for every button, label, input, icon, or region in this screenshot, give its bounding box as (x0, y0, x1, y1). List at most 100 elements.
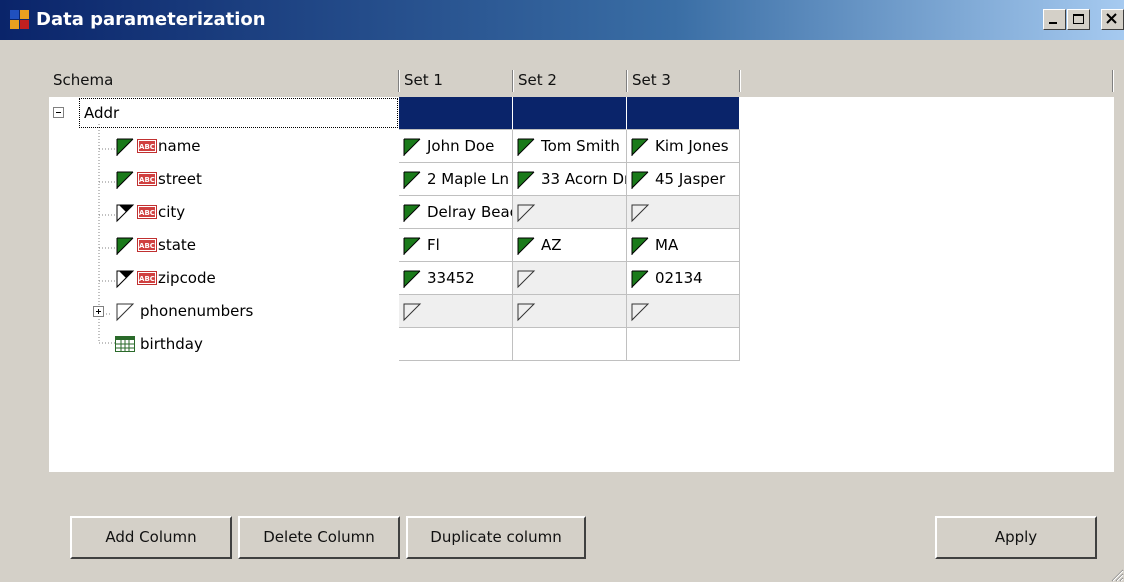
parameter-flag-icon[interactable] (402, 269, 422, 289)
column-header-schema[interactable]: Schema (49, 63, 399, 97)
parameter-flag-icon[interactable] (402, 137, 422, 157)
title-bar[interactable]: Data parameterization (0, 0, 1124, 40)
parameter-flag-icon[interactable] (630, 302, 650, 322)
cell-value: AZ (541, 236, 562, 254)
column-divider[interactable] (398, 70, 400, 92)
cell-value: MA (655, 236, 679, 254)
set-1-cell[interactable] (399, 328, 513, 361)
column-header-set-2[interactable]: Set 2 (514, 63, 626, 97)
tree-row-phonenumbers[interactable]: phonenumbers (49, 295, 749, 328)
set-1-cell[interactable] (399, 295, 513, 328)
parameter-flag-icon[interactable] (115, 137, 135, 157)
tree-row-state[interactable]: ABC state Fl AZ MA (49, 229, 749, 262)
tree-row-birthday[interactable]: birthday (49, 328, 749, 361)
parameter-flag-icon[interactable] (402, 236, 422, 256)
expand-icon[interactable] (93, 306, 104, 317)
set-1-cell[interactable]: 33452 (399, 262, 513, 295)
set-2-cell[interactable]: 33 Acorn Dr (513, 163, 627, 196)
focused-node-outline (79, 98, 398, 128)
parameter-flag-icon[interactable] (402, 203, 422, 223)
set-2-cell[interactable]: Tom Smith (513, 130, 627, 163)
parameter-flag-icon[interactable] (630, 203, 650, 223)
parameter-flag-icon[interactable] (630, 170, 650, 190)
parameter-flag-icon[interactable] (516, 269, 536, 289)
set-3-cell[interactable]: 45 Jasper (627, 163, 740, 196)
parameter-flag-icon[interactable] (115, 302, 135, 322)
tree-row-addr[interactable]: Addr (49, 97, 749, 130)
parameter-flag-icon[interactable] (115, 269, 135, 289)
close-button[interactable] (1101, 9, 1124, 30)
parameter-flag-icon[interactable] (516, 203, 536, 223)
parameter-flag-icon[interactable] (516, 236, 536, 256)
parameter-flag-icon[interactable] (630, 269, 650, 289)
parameter-flag-icon[interactable] (516, 170, 536, 190)
set-2-cell[interactable]: AZ (513, 229, 627, 262)
column-divider[interactable] (739, 70, 741, 92)
parameter-flag-icon[interactable] (630, 137, 650, 157)
app-icon (10, 10, 30, 30)
set-3-cell[interactable] (627, 328, 740, 361)
cell-value: 33 Acorn Dr (541, 170, 627, 188)
parameter-flag-icon[interactable] (115, 203, 135, 223)
parameter-grid[interactable]: Schema Set 1 Set 2 Set 3 Addr ABC name Joh… (49, 63, 1114, 472)
set-2-cell[interactable] (513, 295, 627, 328)
maximize-icon (1073, 14, 1084, 24)
cell-value: 33452 (427, 269, 475, 287)
cell-value: 45 Jasper (655, 170, 726, 188)
column-header-set-3[interactable]: Set 3 (628, 63, 740, 97)
set-3-cell[interactable] (627, 97, 740, 130)
set-2-cell[interactable] (513, 262, 627, 295)
string-type-icon: ABC (137, 172, 157, 190)
resize-grip-icon[interactable] (1110, 568, 1124, 582)
column-divider[interactable] (512, 70, 514, 92)
set-1-cell[interactable]: Fl (399, 229, 513, 262)
column-header-set-1[interactable]: Set 1 (400, 63, 512, 97)
svg-text:ABC: ABC (139, 209, 155, 217)
svg-text:ABC: ABC (139, 176, 155, 184)
set-1-cell[interactable]: John Doe (399, 130, 513, 163)
apply-button[interactable]: Apply (935, 516, 1097, 559)
tree-row-zipcode[interactable]: ABC zipcode 33452 02134 (49, 262, 749, 295)
cell-value: Kim Jones (655, 137, 729, 155)
set-3-cell[interactable]: 02134 (627, 262, 740, 295)
maximize-button[interactable] (1067, 9, 1090, 30)
set-2-cell[interactable] (513, 328, 627, 361)
string-type-icon: ABC (137, 238, 157, 256)
close-icon (1106, 13, 1117, 24)
add-column-button[interactable]: Add Column (70, 516, 232, 559)
parameter-flag-icon[interactable] (115, 170, 135, 190)
tree-row-street[interactable]: ABC street 2 Maple Ln 33 Acorn Dr 45 Jasper (49, 163, 749, 196)
grid-header: Schema Set 1 Set 2 Set 3 (49, 63, 1114, 97)
cell-value: Fl (427, 236, 440, 254)
parameter-flag-icon[interactable] (402, 170, 422, 190)
set-1-cell[interactable]: 2 Maple Ln (399, 163, 513, 196)
string-type-icon: ABC (137, 205, 157, 223)
parameter-flag-icon[interactable] (516, 137, 536, 157)
set-2-cell[interactable] (513, 196, 627, 229)
set-1-cell[interactable] (399, 97, 513, 130)
delete-column-button[interactable]: Delete Column (238, 516, 400, 559)
set-1-cell[interactable]: Delray Beach (399, 196, 513, 229)
set-3-cell[interactable]: Kim Jones (627, 130, 740, 163)
set-3-cell[interactable]: MA (627, 229, 740, 262)
cell-value: 2 Maple Ln (427, 170, 509, 188)
duplicate-column-button[interactable]: Duplicate column (406, 516, 586, 559)
set-3-cell[interactable] (627, 295, 740, 328)
svg-text:ABC: ABC (139, 275, 155, 283)
tree-node-label: phonenumbers (140, 302, 254, 320)
collapse-icon[interactable] (53, 107, 64, 118)
set-2-cell[interactable] (513, 97, 627, 130)
tree-node-label: street (158, 170, 202, 188)
column-divider[interactable] (626, 70, 628, 92)
minimize-button[interactable] (1043, 9, 1066, 30)
parameter-flag-icon[interactable] (115, 236, 135, 256)
parameter-flag-icon[interactable] (630, 236, 650, 256)
minimize-icon (1049, 22, 1057, 24)
parameter-flag-icon[interactable] (516, 302, 536, 322)
cell-value: Tom Smith (541, 137, 620, 155)
tree-row-name[interactable]: ABC name John Doe Tom Smith Kim Jones (49, 130, 749, 163)
set-3-cell[interactable] (627, 196, 740, 229)
tree-row-city[interactable]: ABCcity Delray Beach (49, 196, 749, 229)
tree-node-label: zipcode (158, 269, 216, 287)
parameter-flag-icon[interactable] (402, 302, 422, 322)
